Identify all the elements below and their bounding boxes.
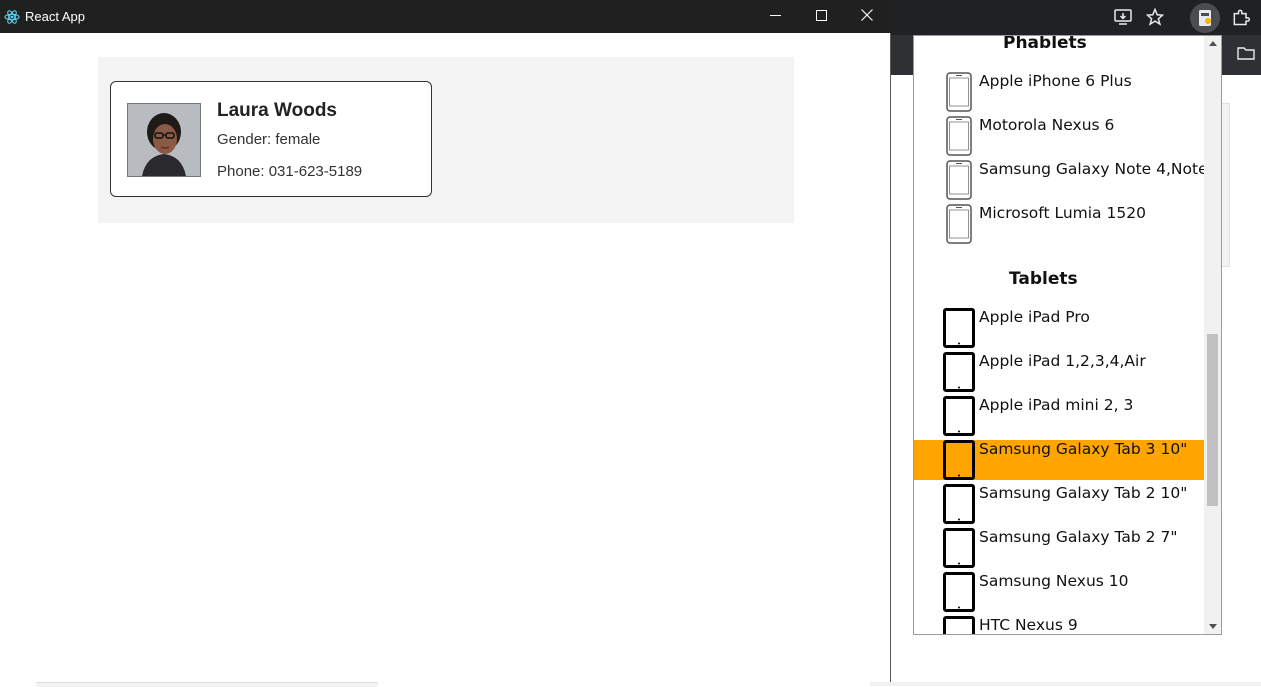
device-label: Apple iPad mini 2, 3: [979, 396, 1134, 414]
device-label: Apple iPhone 6 Plus: [979, 72, 1132, 90]
horizontal-scrollbar[interactable]: [36, 682, 378, 687]
section-heading-tablets: Tablets: [1009, 269, 1078, 289]
phone-icon: [946, 160, 972, 204]
scrollbar-thumb[interactable]: [1207, 334, 1218, 506]
maximize-button[interactable]: [798, 0, 844, 33]
device-label: Samsung Galaxy Note 4,Note 3: [979, 160, 1222, 178]
device-item[interactable]: Samsung Galaxy Tab 2 7": [914, 528, 1204, 568]
device-label: Samsung Nexus 10: [979, 572, 1129, 590]
user-phone: Phone: 031-623-5189: [217, 163, 363, 180]
bookmark-folder-icon[interactable]: [1237, 45, 1255, 61]
device-label: Microsoft Lumia 1520: [979, 204, 1146, 222]
scroll-up-arrow-icon[interactable]: [1204, 36, 1221, 50]
extension-active-icon[interactable]: [1190, 3, 1220, 33]
device-label: Samsung Galaxy Tab 3 10": [979, 440, 1188, 458]
device-item[interactable]: Apple iPad mini 2, 3: [914, 396, 1204, 436]
device-item[interactable]: Samsung Nexus 10: [914, 572, 1204, 612]
browser-bottom-strip: [870, 682, 1261, 686]
tablet-icon: [943, 396, 975, 440]
device-label: Apple iPad Pro: [979, 308, 1090, 326]
scroll-down-arrow-icon[interactable]: [1204, 620, 1221, 634]
phone-icon: [946, 72, 972, 116]
device-item[interactable]: Samsung Galaxy Tab 2 10": [914, 484, 1204, 524]
tablet-icon: [943, 352, 975, 396]
app-window: React App Laura Woods Gender: female Pho…: [0, 0, 891, 687]
tablet-icon: [943, 572, 975, 616]
device-label: HTC Nexus 9: [979, 616, 1078, 634]
window-title: React App: [25, 9, 85, 24]
minimize-icon: [769, 8, 781, 26]
close-icon: [861, 8, 873, 26]
react-logo-icon: [4, 9, 20, 25]
close-button[interactable]: [844, 0, 890, 33]
maximize-icon: [815, 8, 827, 26]
device-item[interactable]: Apple iPhone 6 Plus: [914, 72, 1204, 112]
device-item[interactable]: Microsoft Lumia 1520: [914, 204, 1204, 244]
tablet-icon: [943, 308, 975, 352]
device-label: Samsung Galaxy Tab 2 10": [979, 484, 1188, 502]
extensions-puzzle-icon[interactable]: [1230, 6, 1252, 28]
tablet-icon: [943, 616, 975, 634]
user-gender: Gender: female: [217, 131, 321, 148]
device-item[interactable]: HTC Nexus 9: [914, 616, 1204, 634]
device-item[interactable]: Apple iPad Pro: [914, 308, 1204, 348]
user-card: Laura Woods Gender: female Phone: 031-62…: [110, 81, 432, 197]
minimize-button[interactable]: [752, 0, 798, 33]
bookmark-star-icon[interactable]: [1144, 6, 1166, 28]
device-item-selected[interactable]: Samsung Galaxy Tab 3 10": [914, 440, 1204, 480]
phone-icon: [946, 116, 972, 160]
device-list-popup: Phablets Apple iPhone 6 Plus Motorola Ne…: [913, 35, 1222, 635]
device-item[interactable]: Apple iPad 1,2,3,4,Air: [914, 352, 1204, 392]
user-name: Laura Woods: [217, 100, 337, 121]
tablet-icon: [943, 528, 975, 572]
window-titlebar[interactable]: React App: [0, 0, 891, 33]
phone-icon: [946, 204, 972, 248]
avatar: [127, 103, 201, 177]
content-panel: Laura Woods Gender: female Phone: 031-62…: [98, 57, 794, 223]
device-label: Motorola Nexus 6: [979, 116, 1115, 134]
section-heading-phablets: Phablets: [1003, 35, 1087, 53]
tablet-icon: [943, 484, 975, 528]
popup-scrollbar[interactable]: [1204, 36, 1221, 634]
device-item[interactable]: Samsung Galaxy Note 4,Note 3: [914, 160, 1221, 200]
device-label: Samsung Galaxy Tab 2 7": [979, 528, 1178, 546]
tablet-icon: [943, 440, 975, 484]
device-label: Apple iPad 1,2,3,4,Air: [979, 352, 1146, 370]
device-item[interactable]: Motorola Nexus 6: [914, 116, 1204, 156]
install-app-icon[interactable]: [1112, 6, 1134, 28]
